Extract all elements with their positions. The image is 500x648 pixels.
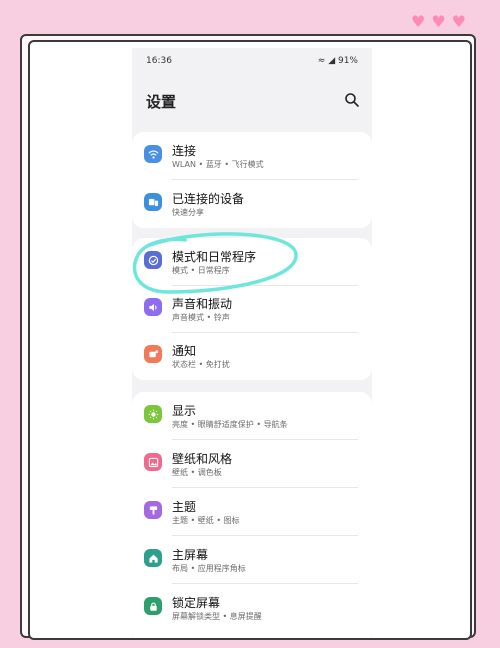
- phone-screen: 16:36 ≈ ◢ 91% 设置 连接 WLAN • 蓝牙 • 飞行模式 已连接…: [132, 48, 372, 638]
- item-subtitle: 屏幕解锁类型 • 息屏提醒: [172, 612, 262, 621]
- settings-item-wallpaper-style[interactable]: 壁纸和风格 壁纸 • 调色板: [132, 440, 372, 488]
- item-subtitle: 亮度 • 眼睛舒适度保护 • 导航条: [172, 420, 288, 429]
- item-title: 壁纸和风格: [172, 452, 233, 466]
- sun-icon: [144, 405, 162, 423]
- wifi-icon: [144, 145, 162, 163]
- settings-item-home-screen[interactable]: 主屏幕 布局 • 应用程序角标: [132, 536, 372, 584]
- settings-group-3: 显示 亮度 • 眼睛舒适度保护 • 导航条 壁纸和风格 壁纸 • 调色板 主题 …: [132, 392, 372, 638]
- notification-icon: [144, 345, 162, 363]
- item-title: 通知: [172, 344, 197, 358]
- item-subtitle: 壁纸 • 调色板: [172, 468, 222, 477]
- item-title: 连接: [172, 144, 197, 158]
- item-title: 主屏幕: [172, 548, 209, 562]
- theme-icon: [144, 501, 162, 519]
- settings-group-2: 模式和日常程序 模式 • 日常程序 声音和振动 声音模式 • 铃声 通知 状态栏…: [132, 238, 372, 380]
- item-title: 锁定屏幕: [172, 596, 221, 610]
- heart-icon: ♥: [451, 12, 466, 31]
- settings-item-sound-vibration[interactable]: 声音和振动 声音模式 • 铃声: [132, 285, 372, 333]
- wallpaper-icon: [144, 453, 162, 471]
- item-subtitle: 模式 • 日常程序: [172, 266, 230, 275]
- item-subtitle: 状态栏 • 免打扰: [172, 360, 230, 369]
- status-bar: 16:36 ≈ ◢ 91%: [146, 56, 358, 70]
- item-subtitle: 布局 • 应用程序角标: [172, 564, 246, 573]
- status-time: 16:36: [146, 56, 172, 66]
- settings-item-connected-devices[interactable]: 已连接的设备 快速分享: [132, 180, 372, 228]
- settings-item-themes[interactable]: 主题 主题 • 壁纸 • 图标: [132, 488, 372, 536]
- hearts-decoration: ♥ ♥ ♥: [411, 14, 466, 30]
- home-icon: [144, 549, 162, 567]
- settings-item-display[interactable]: 显示 亮度 • 眼睛舒适度保护 • 导航条: [132, 392, 372, 440]
- settings-group-1: 连接 WLAN • 蓝牙 • 飞行模式 已连接的设备 快速分享: [132, 132, 372, 228]
- item-subtitle: 快速分享: [172, 208, 204, 217]
- search-icon[interactable]: [344, 92, 360, 108]
- battery-level: 91%: [337, 56, 358, 66]
- item-title: 声音和振动: [172, 297, 233, 311]
- item-title: 模式和日常程序: [172, 250, 257, 264]
- status-right: ≈ ◢ 91%: [318, 56, 358, 66]
- signal-icon: ◢: [328, 56, 336, 66]
- heart-icon: ♥: [431, 12, 446, 31]
- wifi-status-icon: ≈: [317, 56, 326, 66]
- check-circle-icon: [144, 251, 162, 269]
- settings-item-connections[interactable]: 连接 WLAN • 蓝牙 • 飞行模式: [132, 132, 372, 180]
- heart-icon: ♥: [410, 12, 426, 31]
- item-subtitle: 声音模式 • 铃声: [172, 313, 230, 322]
- page-title: 设置: [146, 93, 177, 111]
- settings-item-notifications[interactable]: 通知 状态栏 • 免打扰: [132, 332, 372, 380]
- speaker-icon: [144, 298, 162, 316]
- item-subtitle: 主题 • 壁纸 • 图标: [172, 516, 240, 525]
- devices-icon: [144, 193, 162, 211]
- item-subtitle: WLAN • 蓝牙 • 飞行模式: [172, 160, 264, 169]
- lock-icon: [144, 597, 162, 615]
- item-title: 显示: [172, 404, 197, 418]
- item-title: 主题: [172, 500, 197, 514]
- frame-front: 16:36 ≈ ◢ 91% 设置 连接 WLAN • 蓝牙 • 飞行模式 已连接…: [28, 40, 472, 640]
- settings-item-lock-screen[interactable]: 锁定屏幕 屏幕解锁类型 • 息屏提醒: [132, 584, 372, 632]
- settings-item-modes-routines[interactable]: 模式和日常程序 模式 • 日常程序: [132, 238, 372, 286]
- item-title: 已连接的设备: [172, 192, 245, 206]
